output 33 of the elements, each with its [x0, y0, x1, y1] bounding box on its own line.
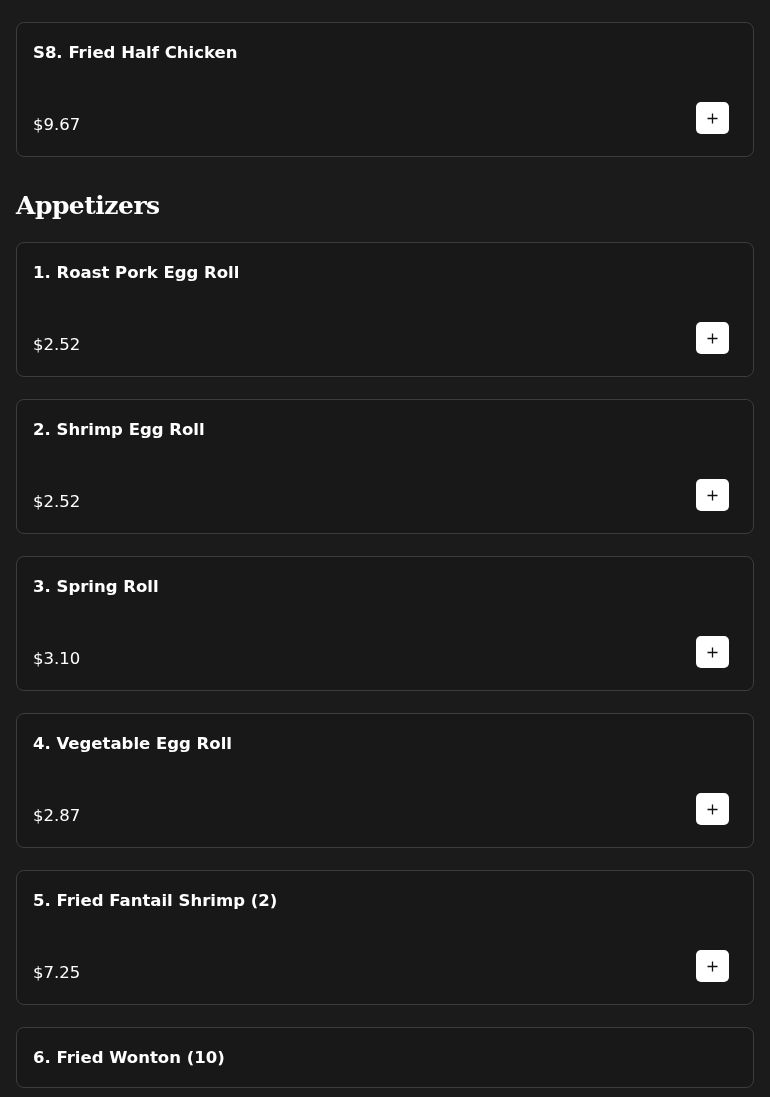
- add-button[interactable]: [696, 322, 729, 354]
- item-price: $9.67: [33, 114, 81, 134]
- item-name: 4. Vegetable Egg Roll: [33, 734, 233, 753]
- menu-item-card[interactable]: 4. Vegetable Egg Roll $2.87: [16, 713, 754, 848]
- add-button[interactable]: [696, 950, 729, 982]
- item-price: $2.52: [33, 334, 81, 354]
- item-price: $2.87: [33, 805, 81, 825]
- add-button[interactable]: [696, 479, 729, 511]
- plus-icon: [707, 489, 718, 501]
- menu-item-card[interactable]: 5. Fried Fantail Shrimp (2) $7.25: [16, 870, 754, 1005]
- menu-item-card[interactable]: 1. Roast Pork Egg Roll $2.52: [16, 242, 754, 377]
- item-name: 2. Shrimp Egg Roll: [33, 420, 206, 439]
- item-name: 6. Fried Wonton (10): [33, 1048, 226, 1067]
- item-name: 3. Spring Roll: [33, 577, 160, 596]
- item-name: S8. Fried Half Chicken: [33, 43, 239, 62]
- add-button[interactable]: [696, 793, 729, 825]
- menu-item-card[interactable]: 2. Shrimp Egg Roll $2.52: [16, 399, 754, 534]
- plus-icon: [707, 646, 718, 658]
- plus-icon: [707, 960, 718, 972]
- menu-item-card[interactable]: 3. Spring Roll $3.10: [16, 556, 754, 691]
- item-price: $2.52: [33, 491, 81, 511]
- plus-icon: [707, 112, 718, 124]
- plus-icon: [707, 803, 718, 815]
- add-button[interactable]: [696, 636, 729, 668]
- section-heading: Appetizers: [16, 191, 161, 220]
- item-name: 5. Fried Fantail Shrimp (2): [33, 891, 279, 910]
- item-name: 1. Roast Pork Egg Roll: [33, 263, 241, 282]
- item-price: $7.25: [33, 962, 81, 982]
- plus-icon: [707, 332, 718, 344]
- add-button[interactable]: [696, 102, 729, 134]
- item-price: $3.10: [33, 648, 81, 668]
- menu-item-card[interactable]: S8. Fried Half Chicken $9.67: [16, 22, 754, 157]
- menu-item-card[interactable]: 6. Fried Wonton (10): [16, 1027, 754, 1088]
